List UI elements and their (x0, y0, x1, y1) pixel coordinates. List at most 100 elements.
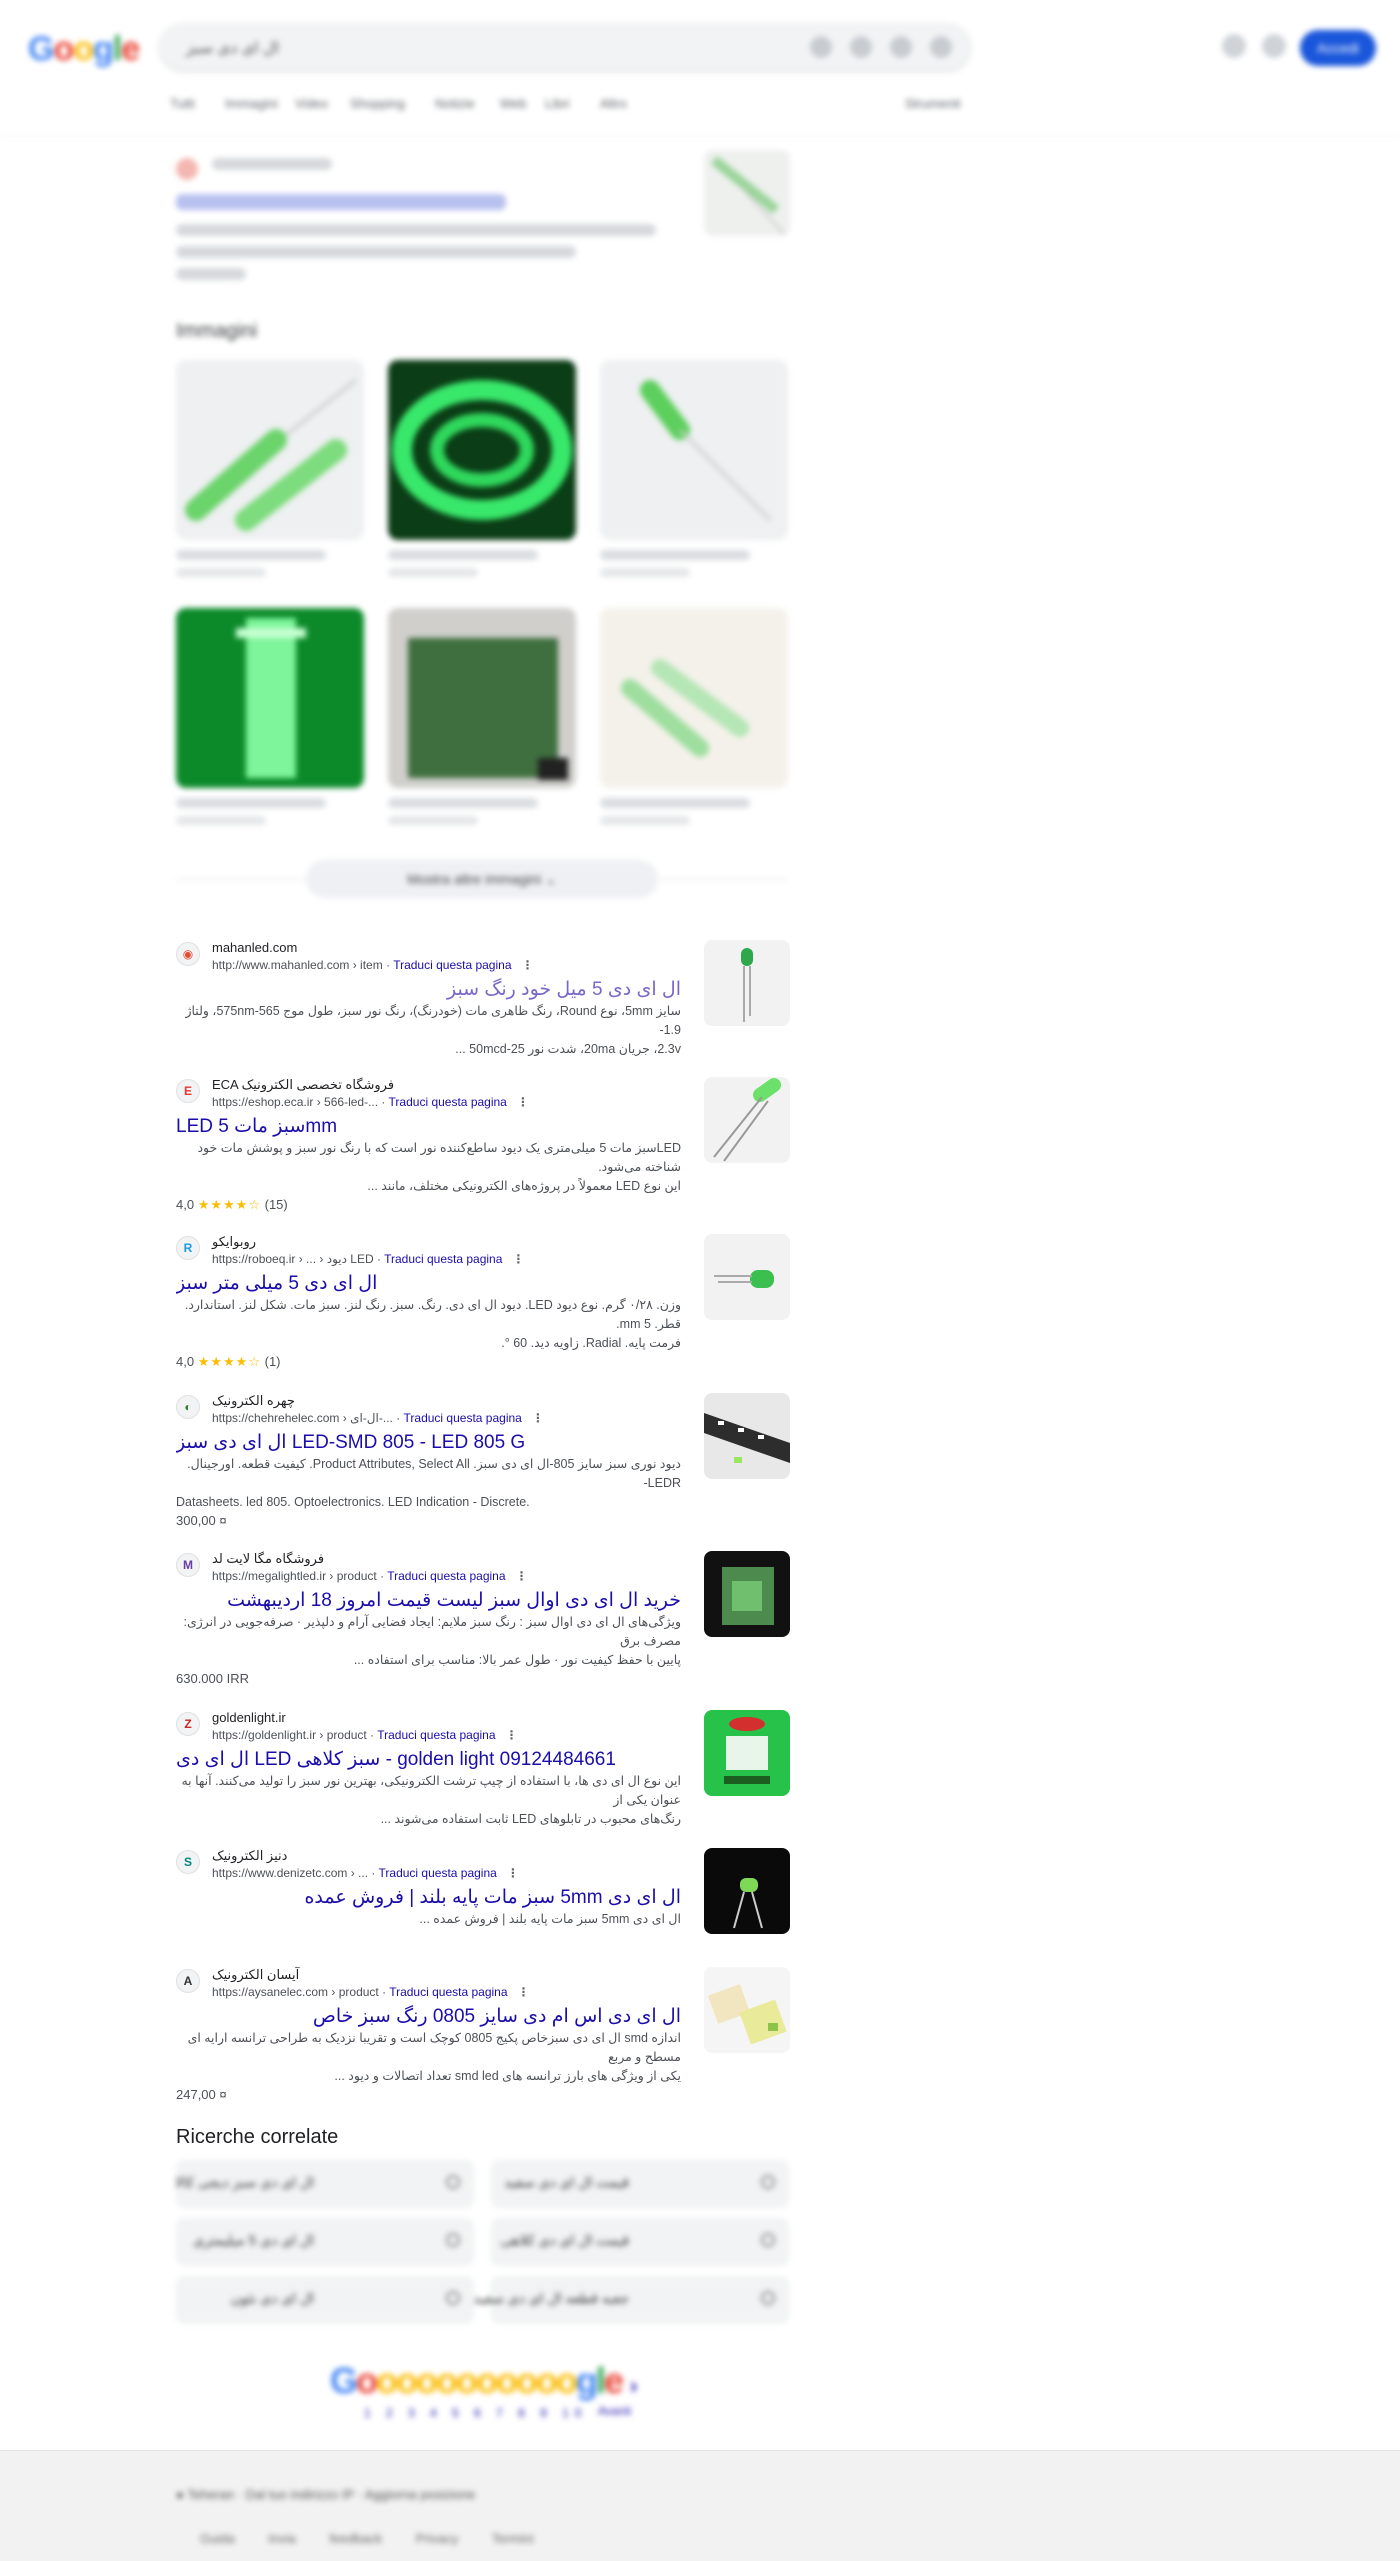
keyboard-icon[interactable] (850, 36, 872, 58)
result-thumbnail[interactable] (704, 1551, 790, 1637)
translate-link[interactable]: Traduci questa pagina (387, 1569, 505, 1583)
result-thumbnail[interactable] (704, 1848, 790, 1934)
site-name[interactable]: روبوایکو (212, 1234, 256, 1250)
more-options-icon[interactable]: ⋮ (507, 1866, 519, 1880)
apps-icon[interactable] (1262, 34, 1286, 58)
site-url[interactable]: https://www.denizetc.com › ... · Traduci… (212, 1866, 519, 1880)
site-url[interactable]: https://megalightled.ir › product · Trad… (212, 1569, 528, 1583)
related-search-chip[interactable]: قیمت ال ای دی کلاهی (491, 2218, 789, 2266)
result-thumbnail[interactable] (704, 1393, 790, 1479)
led-image (710, 156, 785, 235)
tab-shopping[interactable]: Shopping (350, 96, 405, 111)
tab-images[interactable]: Immagini (225, 96, 278, 111)
result-snippet: این نوع ال ای دی ها، با استفاده از چیپ ت… (181, 1774, 681, 1826)
site-favicon: S (176, 1850, 200, 1874)
led-image (600, 360, 788, 540)
more-options-icon[interactable]: ⋮ (506, 1728, 518, 1742)
site-url[interactable]: https://eshop.eca.ir › 566-led-... · Tra… (212, 1095, 529, 1109)
site-url[interactable]: https://aysanelec.com › product · Traduc… (212, 1985, 530, 1999)
site-name[interactable]: goldenlight.ir (212, 1710, 286, 1725)
image-card[interactable] (388, 608, 576, 825)
tab-books[interactable]: Libri (545, 96, 570, 111)
translate-link[interactable]: Traduci questa pagina (379, 1866, 497, 1880)
result-title[interactable]: ال ای دی 5mm سبز مات پایه بلند | فروش عم… (176, 1886, 681, 1910)
led-image (741, 948, 753, 1022)
site-url[interactable]: http://www.mahanled.com › item · Traduci… (212, 958, 534, 972)
tab-video[interactable]: Video (295, 96, 328, 111)
star-rating-icon: ★★★★☆ (197, 1354, 261, 1369)
page-numbers[interactable]: 1 2 3 4 5 6 7 8 9 10 (364, 2406, 587, 2420)
result-title[interactable]: ال ای دی سبز LED-SMD 805 - LED 805 G (176, 1431, 796, 1455)
google-logo[interactable]: Google (28, 30, 140, 69)
translate-link[interactable]: Traduci questa pagina (377, 1728, 495, 1742)
result-thumbnail[interactable] (704, 1967, 790, 2053)
site-name[interactable]: دنیز الکترونیک (212, 1848, 287, 1864)
more-options-icon[interactable]: ⋮ (516, 1569, 528, 1583)
site-name[interactable]: ECA فروشگاه تخصصی الکترونیک (212, 1077, 394, 1093)
signin-button[interactable]: Accedi (1300, 30, 1376, 66)
footer-links[interactable]: Guida Invia feedback Privacy Termini (200, 2531, 534, 2546)
result-title[interactable]: ال ای دی 5 میلی متر سبز (176, 1272, 796, 1296)
snippet-placeholder (176, 246, 576, 258)
site-url[interactable]: https://goldenlight.ir › product · Tradu… (212, 1728, 518, 1742)
translate-link[interactable]: Traduci questa pagina (384, 1252, 502, 1266)
translate-link[interactable]: Traduci questa pagina (389, 1985, 507, 1999)
star-rating-icon: ★★★★☆ (197, 1197, 261, 1212)
translate-link[interactable]: Traduci questa pagina (393, 958, 511, 972)
led-strip-image (176, 608, 364, 788)
result-title[interactable]: ال ای دی 5 میل خود رنگ سبز (176, 978, 681, 1002)
image-card[interactable] (600, 360, 788, 577)
related-search-chip[interactable]: جعبه قطعه ال ای دی سفید (473, 2276, 789, 2324)
more-options-icon[interactable]: ⋮ (512, 1252, 524, 1266)
site-name[interactable]: چهره الکترونیک (212, 1393, 295, 1409)
search-icon (446, 2175, 460, 2189)
title-placeholder (176, 194, 506, 210)
site-url[interactable]: https://chehrehelec.com › ال-ای-... · Tr… (212, 1411, 544, 1425)
mic-icon[interactable] (890, 36, 912, 58)
image-card[interactable] (388, 360, 576, 577)
related-search-chip[interactable]: ال ای دی 5 میلیمتری (176, 2218, 474, 2266)
result-thumbnail[interactable] (704, 1710, 790, 1796)
more-options-icon[interactable]: ⋮ (522, 958, 534, 972)
next-page-link[interactable]: Avanti (598, 2404, 631, 2418)
site-name[interactable]: آیسان الکترونیک (212, 1967, 299, 1983)
related-search-chip[interactable]: قیمت ال ای دی سفید (491, 2160, 789, 2208)
search-result: ◐ چهره الکترونیک https://chehrehelec.com… (176, 1393, 796, 1528)
tools-button[interactable]: Strumenti (905, 96, 961, 111)
more-options-icon[interactable]: ⋮ (517, 1095, 529, 1109)
result-title[interactable]: LED سبز مات 5mm (176, 1115, 796, 1139)
result-title[interactable]: ال ای دی LED سبز کلاهی - golden light 09… (176, 1748, 796, 1772)
image-card[interactable] (600, 608, 788, 825)
result-thumbnail[interactable] (704, 1077, 790, 1163)
site-name[interactable]: mahanled.com (212, 940, 297, 955)
result-title[interactable]: ال ای دی اس ام دی سایز 0805 رنگ سبز خاص (176, 2005, 681, 2029)
more-options-icon[interactable]: ⋮ (518, 1985, 530, 1999)
clear-icon[interactable] (810, 36, 832, 58)
result-thumbnail[interactable] (704, 150, 790, 236)
search-icon (761, 2291, 775, 2305)
location-info[interactable]: ● Teheran · Dal tuo indirizzo IP · Aggio… (176, 2487, 475, 2502)
image-card[interactable] (176, 360, 364, 577)
related-search-chip[interactable]: ال ای دی نئون (176, 2276, 474, 2324)
result-thumbnail[interactable] (704, 1234, 790, 1320)
search-icon[interactable] (930, 36, 952, 58)
tab-all[interactable]: Tutti (170, 96, 195, 111)
settings-icon[interactable] (1222, 34, 1246, 58)
tab-news[interactable]: Notizie (435, 96, 475, 111)
result-title[interactable]: خرید ال ای دی اوال سبز لیست قیمت امروز 1… (176, 1589, 681, 1613)
tab-more[interactable]: Altro (600, 96, 627, 111)
top-result-blurred[interactable] (176, 150, 796, 290)
more-options-icon[interactable]: ⋮ (532, 1411, 544, 1425)
search-input[interactable]: ال ای دی سبز (160, 24, 970, 70)
tab-web[interactable]: Web (500, 96, 527, 111)
result-snippet: ال ای دی 5mm سبز مات پایه بلند | فروش عم… (419, 1912, 681, 1926)
related-search-chip[interactable]: ال ای دی سبز دیجی کالا (175, 2160, 474, 2208)
result-thumbnail[interactable] (704, 940, 790, 1026)
site-url[interactable]: https://roboeq.ir › ... › دیود LED · Tra… (212, 1252, 524, 1266)
search-icon (446, 2291, 460, 2305)
image-card[interactable] (176, 608, 364, 825)
site-name[interactable]: فروشگاه مگا لایت لد (212, 1551, 324, 1567)
translate-link[interactable]: Traduci questa pagina (404, 1411, 522, 1425)
more-images-button[interactable]: Mostra altre immagini ⌄ (306, 860, 658, 898)
translate-link[interactable]: Traduci questa pagina (389, 1095, 507, 1109)
